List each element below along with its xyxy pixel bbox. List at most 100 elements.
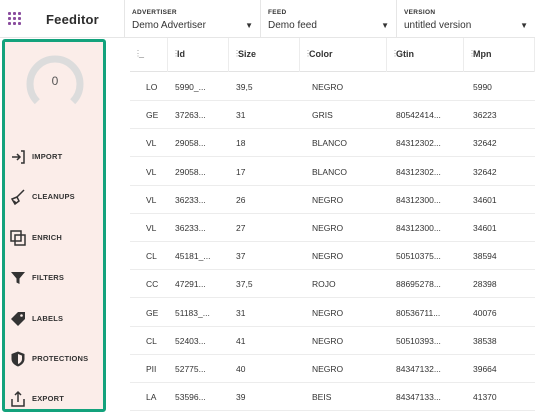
column-header[interactable]: ⋮ Gtin	[387, 38, 464, 72]
table-cell[interactable]: GRIS	[312, 110, 392, 120]
table-cell[interactable]: 29058...	[175, 167, 227, 177]
table-cell[interactable]: NEGRO	[312, 195, 392, 205]
table-cell[interactable]: 80536711...	[396, 308, 466, 318]
table-cell[interactable]: 5990	[473, 82, 533, 92]
column-header[interactable]: ⋮ Size	[229, 38, 300, 72]
table-cell[interactable]: 31	[236, 308, 296, 318]
table-row[interactable]: CC 47291... 37,5 ROJO 88695278... 28398	[130, 270, 535, 299]
table-cell[interactable]: 88695278...	[396, 279, 466, 289]
table-cell[interactable]: CL	[146, 251, 166, 261]
table-cell[interactable]: GE	[146, 308, 166, 318]
table-cell[interactable]: NEGRO	[312, 336, 392, 346]
table-cell[interactable]: 53596...	[175, 392, 227, 402]
table-cell[interactable]: 84347133...	[396, 392, 466, 402]
table-cell[interactable]: 41370	[473, 392, 533, 402]
table-cell[interactable]: 36233...	[175, 195, 227, 205]
table-cell[interactable]: CC	[146, 279, 166, 289]
table-cell[interactable]: 84312300...	[396, 195, 466, 205]
table-cell[interactable]: 50510375...	[396, 251, 466, 261]
advertiser-select[interactable]: ADVERTISER Demo Advertiser ▼	[124, 0, 260, 38]
table-cell[interactable]: LA	[146, 392, 166, 402]
table-cell[interactable]: CL	[146, 336, 166, 346]
table-cell[interactable]: 52403...	[175, 336, 227, 346]
table-cell[interactable]: 39	[236, 392, 296, 402]
table-cell[interactable]: 38594	[473, 251, 533, 261]
table-cell[interactable]: LO	[146, 82, 166, 92]
column-header[interactable]: ⋮ Mpn	[464, 38, 535, 72]
table-cell[interactable]: 45181_...	[175, 251, 227, 261]
nav-protections[interactable]: PROTECTIONS	[9, 347, 103, 371]
nav-cleanups[interactable]: CLEANUPS	[9, 185, 103, 209]
table-cell[interactable]: 84312302...	[396, 167, 466, 177]
column-header[interactable]: ⋮ Id	[168, 38, 229, 72]
table-cell[interactable]: 31	[236, 110, 296, 120]
table-cell[interactable]: 41	[236, 336, 296, 346]
column-header[interactable]: ⋮ Color	[300, 38, 387, 72]
table-cell[interactable]: 17	[236, 167, 296, 177]
version-select[interactable]: VERSION untitled version ▼	[396, 0, 535, 38]
table-row[interactable]: VL 29058... 18 BLANCO 84312302... 32642	[130, 129, 535, 158]
table-cell[interactable]: 39,5	[236, 82, 296, 92]
table-cell[interactable]: ROJO	[312, 279, 392, 289]
table-cell[interactable]: 39664	[473, 364, 533, 374]
table-cell[interactable]: 34601	[473, 223, 533, 233]
table-row[interactable]: GE 51183_... 31 NEGRO 80536711... 40076	[130, 299, 535, 327]
table-cell[interactable]: 29058...	[175, 138, 227, 148]
table-cell[interactable]: 26	[236, 195, 296, 205]
nav-labels[interactable]: LABELS	[9, 307, 103, 331]
table-cell[interactable]: NEGRO	[312, 251, 392, 261]
feed-select[interactable]: FEED Demo feed ▼	[260, 0, 396, 38]
table-cell[interactable]: 47291...	[175, 279, 227, 289]
table-cell[interactable]: 32642	[473, 138, 533, 148]
table-cell[interactable]: 37,5	[236, 279, 296, 289]
table-cell[interactable]: 50510393...	[396, 336, 466, 346]
table-cell[interactable]: NEGRO	[312, 364, 392, 374]
table-row[interactable]: LO 5990_... 39,5 NEGRO 5990	[130, 73, 535, 101]
table-row[interactable]: CL 52403... 41 NEGRO 50510393... 38538	[130, 327, 535, 355]
table-cell[interactable]: VL	[146, 195, 166, 205]
table-row[interactable]: LA 53596... 39 BEIS 84347133... 41370	[130, 383, 535, 412]
table-cell[interactable]: VL	[146, 138, 166, 148]
table-cell[interactable]: 37263...	[175, 110, 227, 120]
table-cell[interactable]: 80542414...	[396, 110, 466, 120]
table-cell[interactable]: 40	[236, 364, 296, 374]
table-cell[interactable]: BLANCO	[312, 138, 392, 148]
table-row[interactable]: VL 36233... 27 NEGRO 84312300... 34601	[130, 214, 535, 242]
table-cell[interactable]: 84312300...	[396, 223, 466, 233]
table-cell[interactable]: BLANCO	[312, 167, 392, 177]
table-cell[interactable]: 84312302...	[396, 138, 466, 148]
table-cell[interactable]: 28398	[473, 279, 533, 289]
table-cell[interactable]: 32642	[473, 167, 533, 177]
column-header[interactable]: ⋮ _	[130, 38, 168, 72]
table-cell[interactable]: BEIS	[312, 392, 392, 402]
grid-dots-icon[interactable]	[8, 12, 22, 26]
table-cell[interactable]: 52775...	[175, 364, 227, 374]
table-cell[interactable]: 84347132...	[396, 364, 466, 374]
table-row[interactable]: PII 52775... 40 NEGRO 84347132... 39664	[130, 355, 535, 383]
nav-export[interactable]: EXPORT	[9, 387, 103, 411]
table-cell[interactable]: 36223	[473, 110, 533, 120]
table-cell[interactable]: 38538	[473, 336, 533, 346]
table-cell[interactable]: 5990_...	[175, 82, 227, 92]
table-cell[interactable]: NEGRO	[312, 223, 392, 233]
table-cell[interactable]: 37	[236, 251, 296, 261]
table-cell[interactable]: VL	[146, 167, 166, 177]
table-cell[interactable]: 40076	[473, 308, 533, 318]
table-cell[interactable]: 51183_...	[175, 308, 227, 318]
nav-enrich[interactable]: ENRICH	[9, 226, 103, 250]
table-cell[interactable]: GE	[146, 110, 166, 120]
table-row[interactable]: CL 45181_... 37 NEGRO 50510375... 38594	[130, 242, 535, 271]
table-cell[interactable]: 36233...	[175, 223, 227, 233]
table-cell[interactable]: NEGRO	[312, 82, 392, 92]
table-cell[interactable]: NEGRO	[312, 308, 392, 318]
table-row[interactable]: VL 29058... 17 BLANCO 84312302... 32642	[130, 158, 535, 186]
table-row[interactable]: VL 36233... 26 NEGRO 84312300... 34601	[130, 186, 535, 214]
table-cell[interactable]: 27	[236, 223, 296, 233]
table-cell[interactable]: 34601	[473, 195, 533, 205]
nav-import[interactable]: IMPORT	[9, 145, 103, 169]
nav-filters[interactable]: FILTERS	[9, 266, 103, 290]
table-cell[interactable]: PII	[146, 364, 166, 374]
table-cell[interactable]: 18	[236, 138, 296, 148]
table-row[interactable]: GE 37263... 31 GRIS 80542414... 36223	[130, 101, 535, 130]
table-cell[interactable]: VL	[146, 223, 166, 233]
